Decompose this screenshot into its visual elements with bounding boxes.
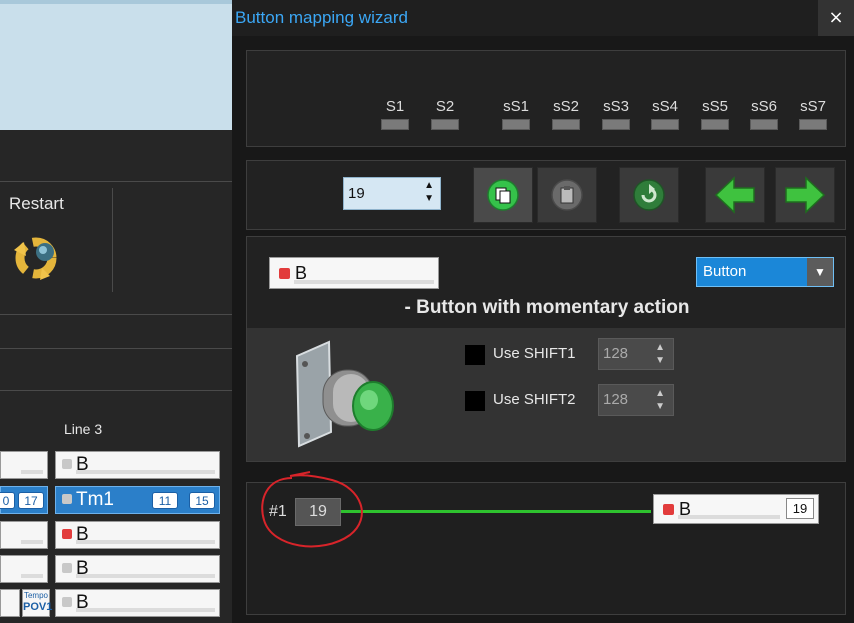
led-lamp-icon bbox=[799, 119, 827, 130]
tempo-badge[interactable]: Tempo POV1 bbox=[22, 589, 52, 617]
badge: 15 bbox=[189, 492, 215, 509]
arrow-left-icon bbox=[714, 176, 755, 214]
shift-led-panel: S1 S2 sS1 sS2 sS3 sS4 sS5 sS6 sS7 bbox=[246, 50, 846, 147]
dialog-titlebar[interactable]: Button mapping wizard × bbox=[232, 0, 854, 36]
mapping-connection-line bbox=[341, 510, 651, 513]
led-lamp-icon bbox=[701, 119, 729, 130]
chevron-down-icon[interactable]: ▼ bbox=[807, 258, 833, 286]
shift2-label: Use SHIFT2 bbox=[493, 391, 576, 408]
spinner-arrows-icon[interactable]: ▲ ▼ bbox=[424, 179, 434, 205]
spinner-arrows-icon[interactable]: ▲ ▼ bbox=[655, 387, 665, 413]
indicator-icon bbox=[62, 596, 72, 607]
button-number-spinner[interactable]: 19 ▲ ▼ bbox=[343, 177, 441, 210]
shift1-spinner[interactable]: 128 ▲ ▼ bbox=[598, 338, 674, 370]
paste-button[interactable] bbox=[537, 167, 597, 223]
shift1-checkbox[interactable] bbox=[465, 345, 485, 365]
led-s2: S2 bbox=[430, 98, 460, 130]
arrow-right-icon bbox=[785, 176, 826, 214]
mapping-index-label: #1 bbox=[269, 503, 287, 520]
push-button-image bbox=[295, 340, 394, 448]
led-lamp-icon bbox=[651, 119, 679, 130]
button-options-area: Use SHIFT1 128 ▲ ▼ Use SHIFT2 128 ▲ ▼ bbox=[247, 328, 845, 461]
mapping-target-number: 19 bbox=[786, 498, 814, 519]
indicator-icon bbox=[62, 528, 72, 539]
indicator-icon bbox=[62, 562, 72, 573]
led-lamp-icon bbox=[381, 119, 409, 130]
led-ss6: sS6 bbox=[749, 98, 779, 130]
button-type-select[interactable]: Button ▼ bbox=[696, 257, 834, 287]
mapping-target-field[interactable]: B 19 bbox=[653, 494, 819, 524]
grid-cell[interactable]: B bbox=[55, 589, 220, 617]
control-toolbar: 19 ▲ ▼ bbox=[246, 160, 846, 230]
divider bbox=[0, 314, 232, 315]
shift2-spinner[interactable]: 128 ▲ ▼ bbox=[598, 384, 674, 416]
background-app: Restart Line 3 B 0 17 Tm1 11 15 B B Temp… bbox=[0, 0, 232, 623]
led-ss4: sS4 bbox=[650, 98, 680, 130]
grid-cell[interactable]: B bbox=[55, 451, 220, 479]
reset-button[interactable] bbox=[619, 167, 679, 223]
led-s1: S1 bbox=[380, 98, 410, 130]
grid-cell-selected[interactable]: Tm1 11 15 bbox=[55, 486, 220, 514]
indicator-icon bbox=[62, 458, 72, 469]
restart-label: Restart bbox=[9, 194, 64, 213]
mapping-source-number[interactable]: 19 bbox=[295, 498, 341, 526]
type-description: - Button with momentary action bbox=[404, 297, 690, 318]
divider bbox=[0, 348, 232, 349]
previous-button[interactable] bbox=[705, 167, 765, 223]
led-lamp-icon bbox=[602, 119, 630, 130]
dialog-title: Button mapping wizard bbox=[235, 8, 408, 27]
led-ss5: sS5 bbox=[700, 98, 730, 130]
grid-cell[interactable] bbox=[0, 521, 48, 549]
badge: 11 bbox=[152, 492, 178, 509]
led-ss1: sS1 bbox=[501, 98, 531, 130]
copy-icon bbox=[487, 179, 519, 211]
shift2-checkbox[interactable] bbox=[465, 391, 485, 411]
mapping-panel: #1 19 B 19 bbox=[246, 482, 846, 615]
grid-cell[interactable] bbox=[0, 589, 20, 617]
indicator-icon bbox=[663, 503, 674, 515]
next-button[interactable] bbox=[775, 167, 835, 223]
indicator-icon bbox=[62, 493, 72, 504]
led-ss3: sS3 bbox=[601, 98, 631, 130]
led-ss2: sS2 bbox=[551, 98, 581, 130]
reset-icon bbox=[633, 179, 665, 211]
grid-cell[interactable] bbox=[0, 555, 48, 583]
led-lamp-icon bbox=[502, 119, 530, 130]
grid-cell[interactable]: 0 17 bbox=[0, 486, 48, 514]
grid-cell[interactable]: B bbox=[55, 555, 220, 583]
button-action-panel: B Button ▼ - Button with momentary actio… bbox=[246, 236, 846, 462]
background-header-area bbox=[0, 0, 232, 130]
column-header-line3: Line 3 bbox=[64, 421, 103, 437]
badge: 0 bbox=[0, 492, 15, 509]
led-lamp-icon bbox=[552, 119, 580, 130]
divider bbox=[0, 181, 232, 182]
grid-cell[interactable] bbox=[0, 451, 48, 479]
led-ss7: sS7 bbox=[798, 98, 828, 130]
spinner-arrows-icon[interactable]: ▲ ▼ bbox=[655, 341, 665, 367]
led-lamp-icon bbox=[750, 119, 778, 130]
divider bbox=[0, 390, 232, 391]
close-button[interactable]: × bbox=[818, 0, 854, 36]
recycle-icon bbox=[14, 237, 57, 280]
indicator-icon bbox=[279, 267, 290, 279]
button-mapping-dialog: Button mapping wizard × S1 S2 sS1 sS2 sS… bbox=[232, 0, 854, 623]
grid-cell[interactable]: B bbox=[55, 521, 220, 549]
paste-icon bbox=[551, 179, 583, 211]
led-lamp-icon bbox=[431, 119, 459, 130]
button-name-field[interactable]: B bbox=[269, 257, 439, 289]
copy-button[interactable] bbox=[473, 167, 533, 223]
shift1-label: Use SHIFT1 bbox=[493, 345, 576, 362]
restart-button[interactable]: Restart bbox=[0, 188, 113, 292]
badge: 17 bbox=[18, 492, 44, 509]
